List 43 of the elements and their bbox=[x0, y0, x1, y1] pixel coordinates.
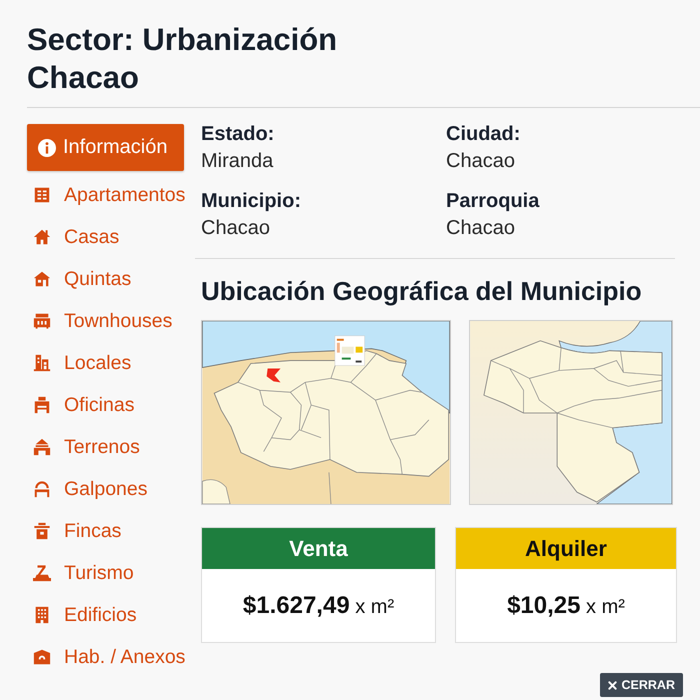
sidebar-item[interactable]: Locales bbox=[27, 342, 132, 384]
price-card-header: Venta bbox=[202, 528, 435, 569]
price-card-header: Alquiler bbox=[456, 528, 676, 569]
info-icon bbox=[38, 138, 56, 156]
house-front-icon bbox=[33, 648, 51, 666]
sidebar-item[interactable]: Galpones bbox=[27, 468, 148, 510]
lounge-chair-icon bbox=[33, 564, 51, 582]
sidebar-item[interactable]: Información bbox=[27, 124, 184, 171]
cabinet-icon bbox=[33, 522, 51, 540]
close-icon bbox=[608, 680, 617, 690]
sidebar-item[interactable]: Townhouses bbox=[27, 300, 172, 342]
house-icon bbox=[33, 228, 51, 246]
office-building-icon bbox=[33, 606, 51, 624]
sidebar-item[interactable]: Quintas bbox=[27, 258, 132, 300]
field-value: Miranda bbox=[201, 149, 274, 174]
field-label: Municipio: bbox=[201, 189, 301, 214]
field-value: Chacao bbox=[446, 216, 515, 241]
field-label: Ciudad: bbox=[446, 122, 520, 147]
sidebar-item[interactable]: Oficinas bbox=[27, 384, 134, 426]
sidebar-item[interactable]: Apartamentos bbox=[27, 174, 186, 216]
field-value: Chacao bbox=[201, 216, 270, 241]
home-icon bbox=[33, 270, 51, 288]
sidebar-item[interactable]: Casas bbox=[27, 216, 120, 258]
highlighted-region bbox=[266, 368, 280, 382]
field-label: Estado: bbox=[201, 122, 274, 147]
field-value: Chacao bbox=[446, 149, 515, 174]
section-heading: Ubicación Geográfica del Municipio bbox=[201, 275, 643, 307]
sidebar-item[interactable]: Fincas bbox=[27, 510, 122, 552]
price-text: $10,25 x m² bbox=[507, 592, 625, 620]
dome-icon bbox=[33, 480, 51, 498]
page-title: Sector: Urbanización Chacao bbox=[27, 21, 338, 97]
sidebar-item[interactable]: Turismo bbox=[27, 552, 134, 594]
sidebar-item[interactable]: Edificios bbox=[27, 594, 137, 636]
field-label: Parroquia bbox=[446, 189, 540, 214]
sidebar-item[interactable]: Hab. / Anexos bbox=[27, 636, 186, 678]
building-icon bbox=[33, 186, 51, 204]
close-button[interactable]: CERRAR bbox=[600, 673, 683, 697]
buildings-icon bbox=[33, 354, 51, 372]
storefront-icon bbox=[33, 312, 51, 330]
price-text: $1.627,49 x m² bbox=[242, 592, 394, 620]
pavilion-icon bbox=[33, 438, 51, 456]
desk-icon bbox=[33, 396, 51, 414]
sidebar-item[interactable]: Terrenos bbox=[27, 426, 140, 468]
